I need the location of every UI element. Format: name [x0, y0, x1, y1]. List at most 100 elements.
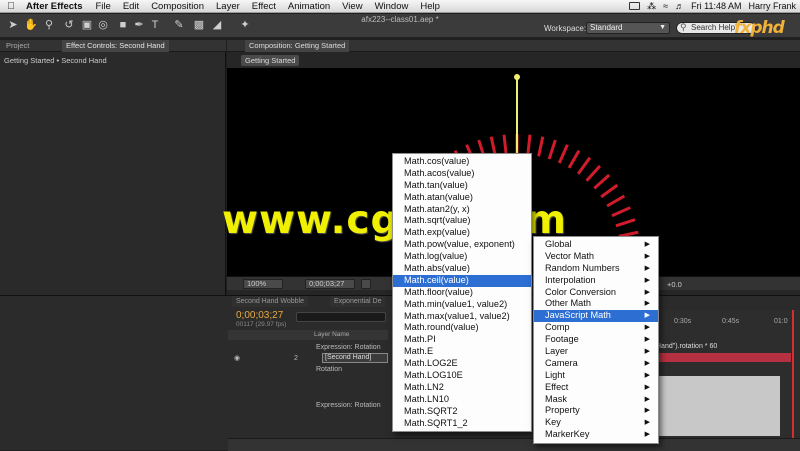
math-item-math-cos-value[interactable]: Math.cos(value) [393, 156, 531, 168]
playhead[interactable] [792, 310, 794, 440]
chevron-down-icon: ▼ [659, 24, 666, 31]
pan-behind-tool-icon[interactable]: ◎ [96, 18, 110, 32]
menu-item-effect[interactable]: Effect ▶ [534, 382, 658, 394]
menu-item-color-conversion[interactable]: Color Conversion ▶ [534, 287, 658, 299]
app-menu[interactable]: After Effects [22, 1, 90, 12]
math-item-math-min-value1-value2[interactable]: Math.min(value1, value2) [393, 299, 531, 311]
layer-duration-bar[interactable] [656, 353, 791, 362]
tab-composition[interactable]: Composition: Getting Started [245, 40, 350, 52]
apple-icon[interactable]:  [0, 1, 22, 12]
layer-name-field[interactable]: [Second Hand] [322, 353, 388, 363]
type-tool-icon[interactable]: T [148, 18, 162, 32]
math-item-math-tan-value[interactable]: Math.tan(value) [393, 180, 531, 192]
menu-item-label: MarkerKey [545, 429, 590, 440]
menu-window[interactable]: Window [369, 1, 415, 12]
tab-second-hand-wobble[interactable]: Second Hand Wobble [232, 296, 308, 307]
menu-item-javascript-math[interactable]: JavaScript Math ▶ [534, 310, 658, 323]
menu-item-global[interactable]: Global ▶ [534, 239, 658, 251]
math-item-math-atan2-y-x[interactable]: Math.atan2(y, x) [393, 204, 531, 216]
tab-effect-controls[interactable]: Effect Controls: Second Hand [62, 40, 169, 52]
selection-tool-icon[interactable]: ➤ [6, 18, 20, 32]
snapshot-icon[interactable] [361, 279, 371, 289]
menu-item-key[interactable]: Key ▶ [534, 417, 658, 429]
math-item-math-sqrt-value[interactable]: Math.sqrt(value) [393, 215, 531, 227]
comp-navigator-tab[interactable]: Getting Started [241, 55, 300, 66]
rotation-property-label[interactable]: Rotation [316, 364, 342, 375]
math-item-math-sqrt2[interactable]: Math.SQRT2 [393, 406, 531, 418]
workspace-select[interactable]: Standard ▼ [586, 22, 670, 34]
math-item-math-exp-value[interactable]: Math.exp(value) [393, 227, 531, 239]
math-item-math-round-value[interactable]: Math.round(value) [393, 322, 531, 334]
menu-effect[interactable]: Effect [246, 1, 282, 12]
math-item-math-log-value[interactable]: Math.log(value) [393, 251, 531, 263]
menu-layer[interactable]: Layer [210, 1, 246, 12]
menu-item-mask[interactable]: Mask ▶ [534, 394, 658, 406]
menu-item-markerkey[interactable]: MarkerKey ▶ [534, 429, 658, 441]
menu-item-label: Math.LN10 [404, 393, 449, 404]
menu-edit[interactable]: Edit [117, 1, 145, 12]
menu-composition[interactable]: Composition [145, 1, 210, 12]
user-name[interactable]: Harry Frank [748, 1, 796, 11]
pen-tool-icon[interactable]: ✒ [132, 18, 146, 32]
math-item-math-pow-value-exponent[interactable]: Math.pow(value, exponent) [393, 239, 531, 251]
layer-name-column[interactable]: Layer Name [314, 331, 349, 338]
rotate-tool-icon[interactable]: ↺ [62, 18, 76, 32]
battery-icon[interactable] [629, 2, 641, 10]
menu-file[interactable]: File [90, 1, 117, 12]
menu-item-layer[interactable]: Layer ▶ [534, 346, 658, 358]
wifi-icon[interactable]: ≈ [663, 1, 668, 11]
clock[interactable]: Fri 11:48 AM [691, 1, 741, 11]
menu-view[interactable]: View [336, 1, 368, 12]
math-item-math-e[interactable]: Math.E [393, 346, 531, 358]
camera-tool-icon[interactable]: ▣ [80, 18, 94, 32]
clone-stamp-tool-icon[interactable]: ▩ [192, 18, 206, 32]
menu-animation[interactable]: Animation [282, 1, 336, 12]
rectangle-tool-icon[interactable]: ■ [116, 18, 130, 32]
math-item-math-acos-value[interactable]: Math.acos(value) [393, 168, 531, 180]
menu-item-random-numbers[interactable]: Random Numbers ▶ [534, 263, 658, 275]
math-item-math-atan-value[interactable]: Math.atan(value) [393, 192, 531, 204]
expression-text[interactable]: Hand").rotation * 60 [656, 343, 717, 350]
math-item-math-max-value1-value2[interactable]: Math.max(value1, value2) [393, 311, 531, 323]
zoom-tool-icon[interactable]: ⚲ [42, 18, 56, 32]
exposure-value[interactable]: +0.0 [667, 280, 682, 289]
expression-field[interactable] [655, 376, 780, 436]
current-time-display[interactable]: 0;00;03;27 [305, 279, 355, 289]
math-item-math-ln2[interactable]: Math.LN2 [393, 382, 531, 394]
math-item-math-abs-value[interactable]: Math.abs(value) [393, 263, 531, 275]
math-item-math-pi[interactable]: Math.PI [393, 334, 531, 346]
menu-item-other-math[interactable]: Other Math ▶ [534, 298, 658, 310]
math-item-math-sqrt1-2[interactable]: Math.SQRT1_2 [393, 418, 531, 430]
menu-item-label: Math.SQRT2 [404, 405, 458, 416]
menu-item-label: Effect [545, 381, 569, 392]
eraser-tool-icon[interactable]: ◢ [210, 18, 224, 32]
menu-item-light[interactable]: Light ▶ [534, 370, 658, 382]
puppet-pin-tool-icon[interactable]: ✦ [238, 18, 252, 32]
math-item-math-floor-value[interactable]: Math.floor(value) [393, 287, 531, 299]
menu-item-camera[interactable]: Camera ▶ [534, 358, 658, 370]
math-item-math-ln10[interactable]: Math.LN10 [393, 394, 531, 406]
math-item-math-ceil-value[interactable]: Math.ceil(value) [393, 274, 531, 287]
javascript-math-submenu: Math.cos(value) Math.acos(value) Math.tan(… [392, 153, 532, 433]
timeline-search-input[interactable] [296, 312, 386, 322]
bluetooth-icon[interactable]: ⁂ [647, 1, 656, 12]
menu-item-vector-math[interactable]: Vector Math ▶ [534, 251, 658, 263]
menu-item-interpolation[interactable]: Interpolation ▶ [534, 275, 658, 287]
timeline-timecode[interactable]: 0;00;03;27 [236, 310, 283, 321]
menu-help[interactable]: Help [414, 1, 446, 12]
zoom-select[interactable]: 100% [243, 279, 283, 289]
dial-tick [567, 149, 581, 169]
eye-icon[interactable]: ◉ [234, 355, 240, 362]
math-item-math-log2e[interactable]: Math.LOG2E [393, 358, 531, 370]
volume-icon[interactable]: ♬ [675, 1, 684, 11]
menu-item-label: Math.cos(value) [404, 156, 470, 166]
menu-item-property[interactable]: Property ▶ [534, 405, 658, 417]
menu-item-footage[interactable]: Footage ▶ [534, 334, 658, 346]
tab-project[interactable]: Project [2, 40, 33, 52]
menu-item-label: Random Numbers [545, 262, 620, 273]
hand-tool-icon[interactable]: ✋ [24, 18, 38, 32]
brush-tool-icon[interactable]: ✎ [172, 18, 186, 32]
menu-item-comp[interactable]: Comp ▶ [534, 322, 658, 334]
math-item-math-log10e[interactable]: Math.LOG10E [393, 370, 531, 382]
tab-exponential[interactable]: Exponential De [330, 296, 386, 307]
